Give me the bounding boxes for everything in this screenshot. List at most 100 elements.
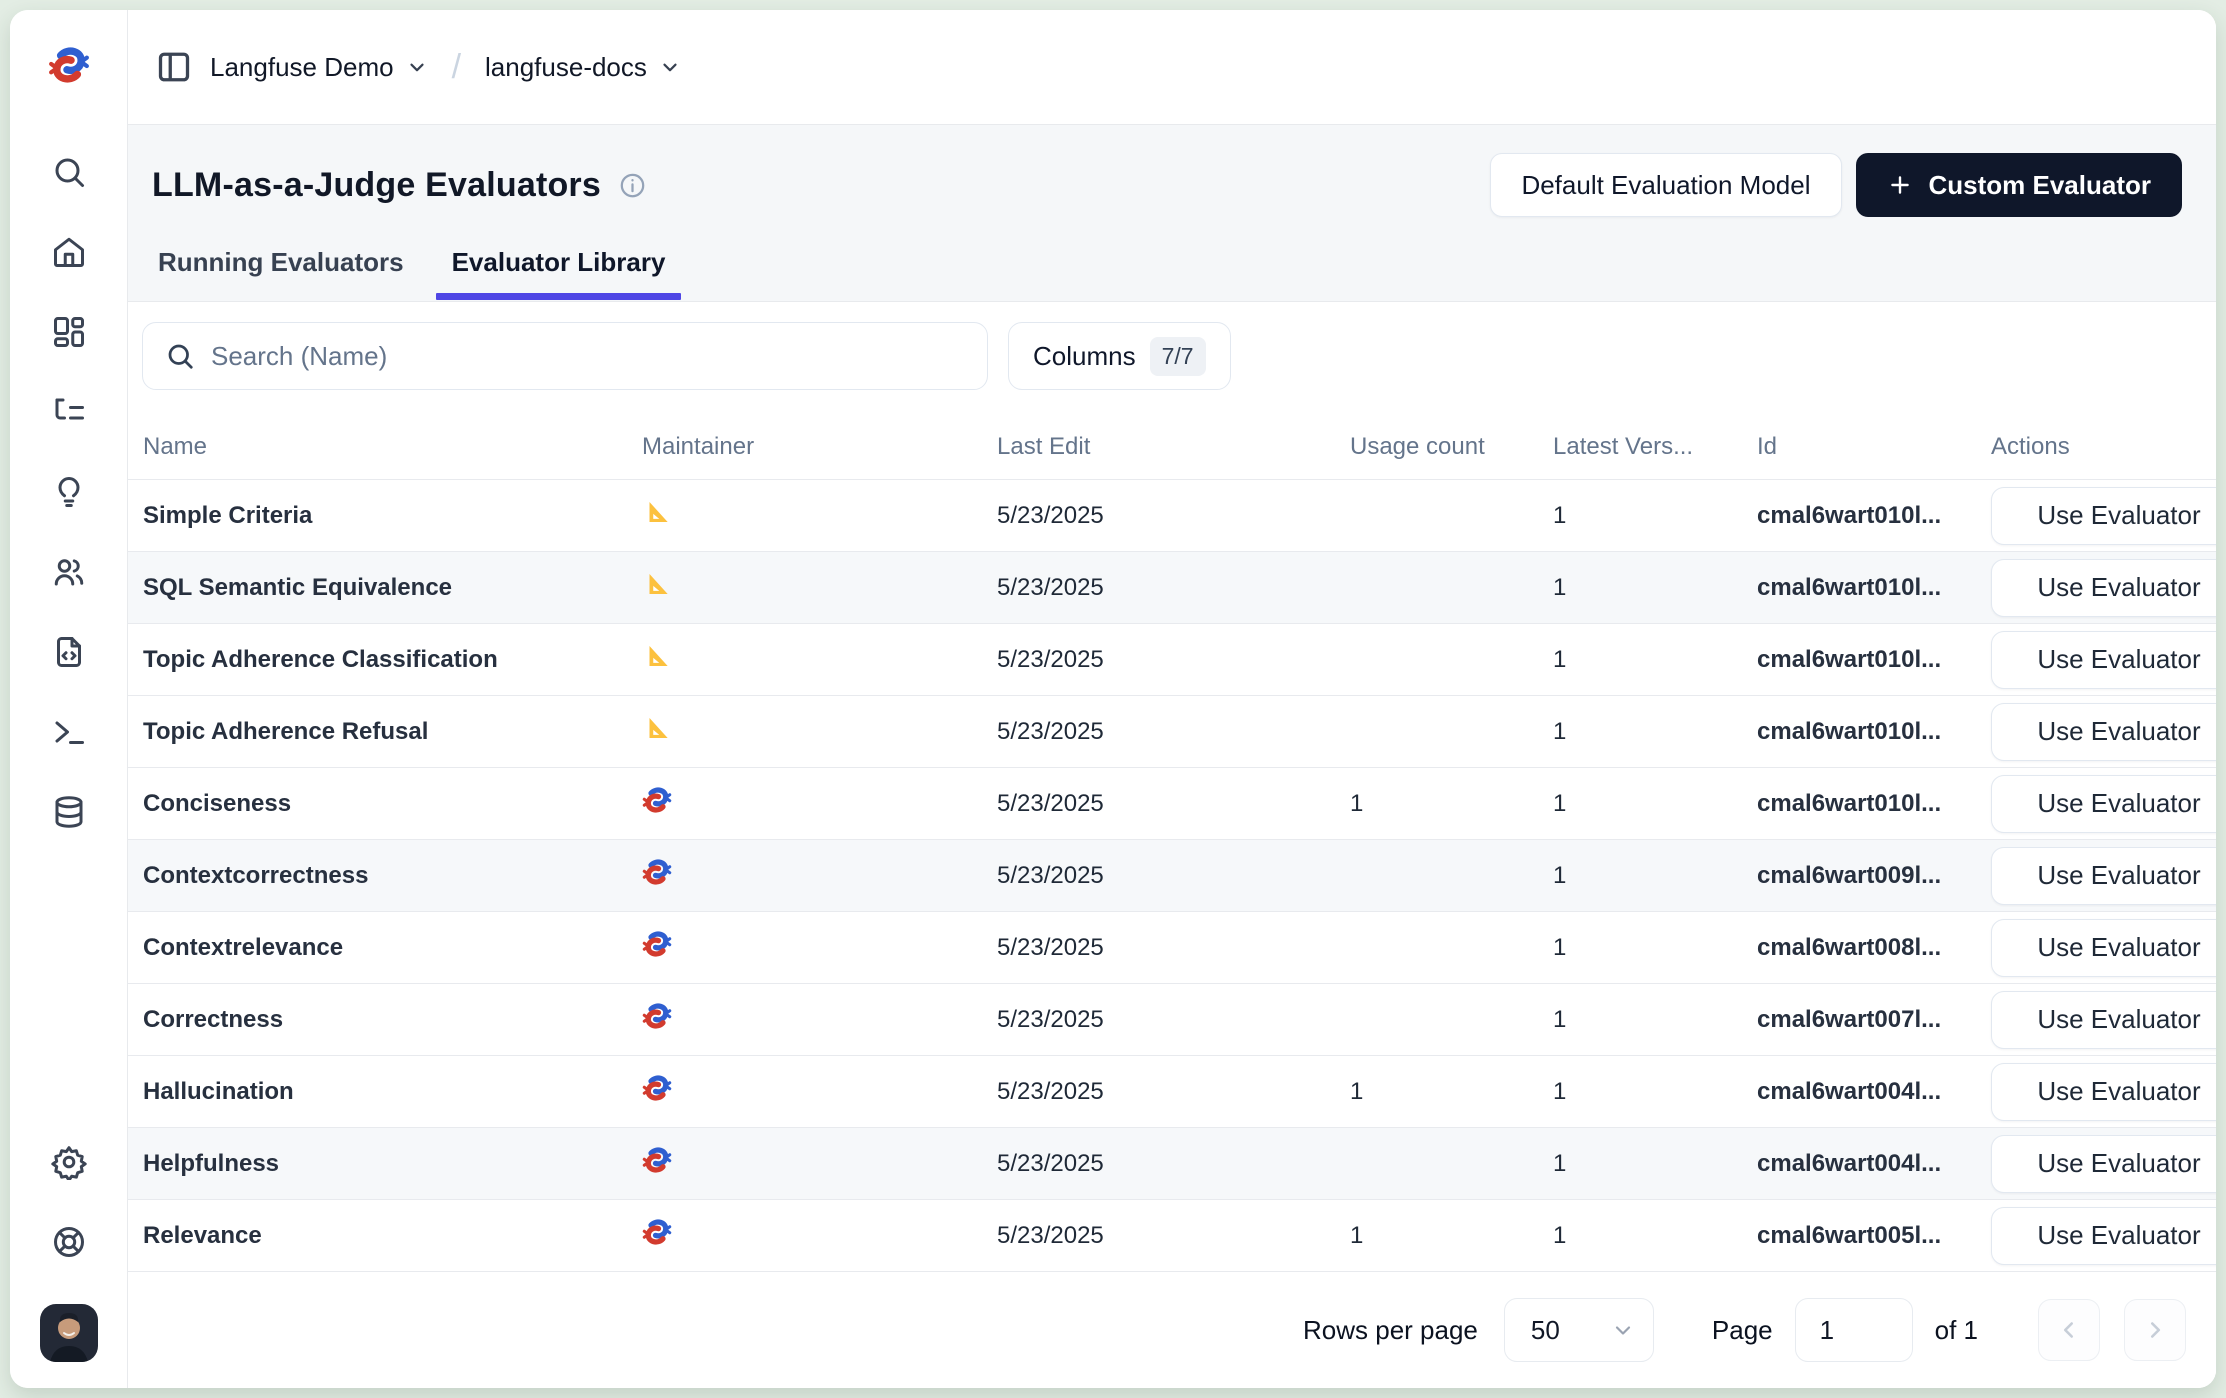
page-header: LLM-as-a-Judge Evaluators Default Evalua… xyxy=(128,125,2216,302)
content-area: Columns 7/7 Name Maintainer Last Edit Us… xyxy=(128,302,2216,1388)
last-edit-cell: 5/23/2025 xyxy=(997,646,1350,674)
support-lifebuoy-icon[interactable] xyxy=(51,1224,87,1260)
settings-gear-icon[interactable] xyxy=(51,1144,87,1180)
table-row[interactable]: Relevance 5/23/2025 1 1 cmal6wart005l...… xyxy=(128,1200,2216,1272)
table-row[interactable]: Hallucination 5/23/2025 1 1 cmal6wart004… xyxy=(128,1056,2216,1128)
maintainer-cell xyxy=(642,497,997,534)
project-switcher[interactable]: langfuse-docs xyxy=(485,52,681,83)
page-total-label: of 1 xyxy=(1935,1315,1978,1346)
toggle-sidebar-icon[interactable] xyxy=(156,49,192,85)
table-row[interactable]: Topic Adherence Classification 5/23/2025… xyxy=(128,624,2216,696)
table-header-row: Name Maintainer Last Edit Usage count La… xyxy=(128,414,2216,480)
evaluator-name: Simple Criteria xyxy=(128,502,642,530)
last-edit-cell: 5/23/2025 xyxy=(997,1006,1350,1034)
database-icon[interactable] xyxy=(51,794,87,830)
user-avatar[interactable] xyxy=(40,1304,98,1362)
ragas-maintainer-icon xyxy=(642,641,672,671)
dashboard-icon[interactable] xyxy=(51,314,87,350)
latest-version-cell: 1 xyxy=(1553,1150,1757,1178)
rows-per-page-label: Rows per page xyxy=(1303,1315,1478,1346)
latest-version-cell: 1 xyxy=(1553,1078,1757,1106)
evaluator-name: Relevance xyxy=(128,1222,642,1250)
chevron-down-icon xyxy=(659,56,681,78)
use-evaluator-button[interactable]: Use Evaluator xyxy=(1991,487,2216,545)
maintainer-cell xyxy=(642,929,997,966)
sidebar-bottom xyxy=(40,1144,98,1388)
use-evaluator-button[interactable]: Use Evaluator xyxy=(1991,847,2216,905)
col-id: Id xyxy=(1757,433,1991,461)
users-icon[interactable] xyxy=(51,554,87,590)
pagination-footer: Rows per page 50 Page of 1 xyxy=(128,1272,2216,1388)
last-edit-cell: 5/23/2025 xyxy=(997,1078,1350,1106)
use-evaluator-button[interactable]: Use Evaluator xyxy=(1991,703,2216,761)
use-evaluator-button[interactable]: Use Evaluator xyxy=(1991,775,2216,833)
page-number-input[interactable] xyxy=(1795,1298,1913,1362)
evaluator-id-cell: cmal6wart007l... xyxy=(1757,1006,1991,1034)
search-input[interactable] xyxy=(211,341,965,372)
page-title: LLM-as-a-Judge Evaluators xyxy=(152,166,601,205)
use-evaluator-button[interactable]: Use Evaluator xyxy=(1991,1063,2216,1121)
evaluator-id-cell: cmal6wart008l... xyxy=(1757,934,1991,962)
use-evaluator-button[interactable]: Use Evaluator xyxy=(1991,1135,2216,1193)
previous-page-button[interactable] xyxy=(2038,1299,2100,1361)
next-page-button[interactable] xyxy=(2124,1299,2186,1361)
page-label: Page xyxy=(1712,1315,1773,1346)
table-row[interactable]: SQL Semantic Equivalence 5/23/2025 1 cma… xyxy=(128,552,2216,624)
chevron-down-icon xyxy=(406,56,428,78)
langfuse-maintainer-icon xyxy=(642,1145,672,1175)
tracing-tree-icon[interactable] xyxy=(51,394,87,430)
latest-version-cell: 1 xyxy=(1553,718,1757,746)
home-icon[interactable] xyxy=(51,234,87,270)
table-row[interactable]: Topic Adherence Refusal 5/23/2025 1 cmal… xyxy=(128,696,2216,768)
default-evaluation-model-button[interactable]: Default Evaluation Model xyxy=(1490,153,1841,217)
maintainer-cell xyxy=(642,1145,997,1182)
main-area: Langfuse Demo / langfuse-docs LLM-as-a-J… xyxy=(128,10,2216,1388)
latest-version-cell: 1 xyxy=(1553,1222,1757,1250)
use-evaluator-button[interactable]: Use Evaluator xyxy=(1991,991,2216,1049)
maintainer-cell xyxy=(642,785,997,822)
evaluator-id-cell: cmal6wart005l... xyxy=(1757,1222,1991,1250)
chevron-left-icon xyxy=(2056,1317,2082,1343)
evaluator-name: Contextrelevance xyxy=(128,934,642,962)
evaluator-id-cell: cmal6wart009l... xyxy=(1757,862,1991,890)
evaluator-name: Hallucination xyxy=(128,1078,642,1106)
latest-version-cell: 1 xyxy=(1553,790,1757,818)
plus-icon xyxy=(1887,172,1913,198)
breadcrumb-bar: Langfuse Demo / langfuse-docs xyxy=(128,10,2216,125)
latest-version-cell: 1 xyxy=(1553,862,1757,890)
last-edit-cell: 5/23/2025 xyxy=(997,862,1350,890)
table-row[interactable]: Contextrelevance 5/23/2025 1 cmal6wart00… xyxy=(128,912,2216,984)
columns-button[interactable]: Columns 7/7 xyxy=(1008,322,1231,390)
table-row[interactable]: Contextcorrectness 5/23/2025 1 cmal6wart… xyxy=(128,840,2216,912)
custom-evaluator-button[interactable]: Custom Evaluator xyxy=(1856,153,2183,217)
info-icon[interactable] xyxy=(619,172,646,199)
latest-version-cell: 1 xyxy=(1553,502,1757,530)
org-switcher[interactable]: Langfuse Demo xyxy=(210,52,428,83)
table-row[interactable]: Simple Criteria 5/23/2025 1 cmal6wart010… xyxy=(128,480,2216,552)
col-usage-count: Usage count xyxy=(1350,433,1553,461)
rows-per-page-select[interactable]: 50 xyxy=(1504,1298,1654,1362)
evaluator-name: SQL Semantic Equivalence xyxy=(128,574,642,602)
maintainer-cell xyxy=(642,569,997,606)
use-evaluator-button[interactable]: Use Evaluator xyxy=(1991,1207,2216,1265)
use-evaluator-button[interactable]: Use Evaluator xyxy=(1991,919,2216,977)
langfuse-maintainer-icon xyxy=(642,1073,672,1103)
search-box[interactable] xyxy=(142,322,988,390)
code-file-icon[interactable] xyxy=(51,634,87,670)
table-row[interactable]: Conciseness 5/23/2025 1 1 cmal6wart010l.… xyxy=(128,768,2216,840)
last-edit-cell: 5/23/2025 xyxy=(997,718,1350,746)
tab-running-evaluators[interactable]: Running Evaluators xyxy=(152,247,410,300)
table-row[interactable]: Correctness 5/23/2025 1 cmal6wart007l...… xyxy=(128,984,2216,1056)
terminal-icon[interactable] xyxy=(51,714,87,750)
use-evaluator-button[interactable]: Use Evaluator xyxy=(1991,631,2216,689)
maintainer-cell xyxy=(642,857,997,894)
lightbulb-icon[interactable] xyxy=(51,474,87,510)
last-edit-cell: 5/23/2025 xyxy=(997,1222,1350,1250)
last-edit-cell: 5/23/2025 xyxy=(997,1150,1350,1178)
table-row[interactable]: Helpfulness 5/23/2025 1 cmal6wart004l...… xyxy=(128,1128,2216,1200)
last-edit-cell: 5/23/2025 xyxy=(997,502,1350,530)
maintainer-cell xyxy=(642,713,997,750)
use-evaluator-button[interactable]: Use Evaluator xyxy=(1991,559,2216,617)
tab-evaluator-library[interactable]: Evaluator Library xyxy=(446,247,672,300)
search-icon[interactable] xyxy=(51,154,87,190)
